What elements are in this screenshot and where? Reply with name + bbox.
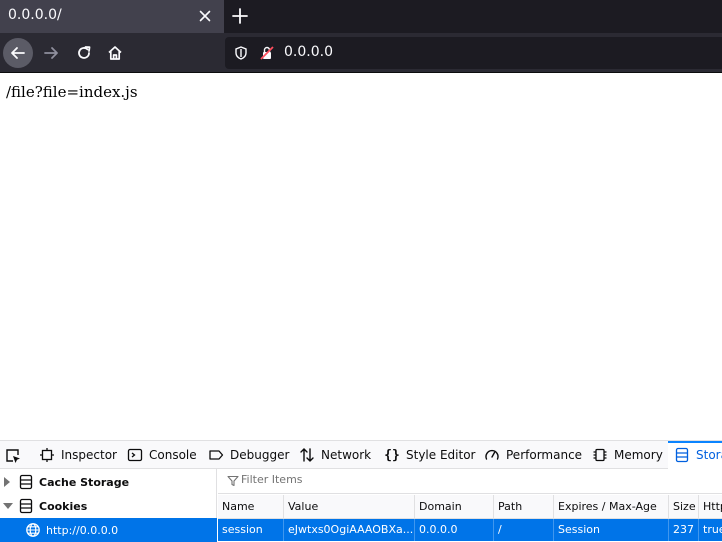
table-header: Name Value Domain Path Expires / Max-Age… <box>218 495 722 519</box>
navigation-toolbar: 0.0.0.0 <box>0 33 722 73</box>
tree-item-label: Cache Storage <box>39 475 130 489</box>
reload-icon <box>78 46 91 59</box>
style-editor-icon: {} <box>384 447 400 463</box>
memory-icon <box>592 447 608 463</box>
table-row[interactable]: session eJwtxs0OgiAAAOBXa... 0.0.0.0 / S… <box>218 519 722 541</box>
network-icon <box>299 447 315 463</box>
column-header-size[interactable]: Size <box>669 495 699 519</box>
cell-expires: Session <box>554 519 669 541</box>
cell-value: eJwtxs0OgiAAAOBXa... <box>284 519 415 541</box>
storage-tree: Cache Storage Cookies http://0.0.0.0 <box>0 469 217 542</box>
tab-label: Console <box>149 448 197 462</box>
cell-httponly: true <box>703 523 722 536</box>
chevron-right-icon[interactable] <box>3 477 13 487</box>
tab-debugger[interactable]: Debugger <box>208 441 289 469</box>
debugger-icon <box>208 447 224 463</box>
tab-title: 0.0.0.0/ <box>8 7 62 23</box>
back-button[interactable] <box>3 38 33 68</box>
performance-icon <box>484 447 500 463</box>
cell-size: 237 <box>669 519 699 541</box>
cell-name: session <box>218 519 284 541</box>
storage-icon <box>674 447 690 463</box>
tree-item-cache-storage[interactable]: Cache Storage <box>0 470 217 494</box>
url-bar[interactable]: 0.0.0.0 <box>225 37 722 69</box>
inspector-icon <box>39 447 55 463</box>
forward-arrow-icon <box>44 47 58 59</box>
page-content: /file?file=index.js <box>0 74 722 440</box>
tab-network[interactable]: Network <box>299 441 371 469</box>
tab-label: Inspector <box>61 448 117 462</box>
column-header-value[interactable]: Value <box>284 495 415 519</box>
chevron-down-icon[interactable] <box>3 502 13 510</box>
home-button[interactable] <box>100 38 130 68</box>
tree-item-label: http://0.0.0.0 <box>46 523 119 537</box>
devtools-toolbar: Inspector Console Debugger Network {} St… <box>0 440 722 469</box>
forward-button[interactable] <box>36 38 66 68</box>
tab-label: Debugger <box>230 448 290 462</box>
tree-item-cookies[interactable]: Cookies <box>0 494 217 518</box>
tab-label: Network <box>321 448 372 462</box>
console-icon <box>127 447 143 463</box>
new-tab-icon[interactable] <box>230 6 250 26</box>
column-header-expires[interactable]: Expires / Max-Age <box>554 495 669 519</box>
tab-label: Performance <box>506 448 583 462</box>
tab-performance[interactable]: Performance <box>484 441 582 469</box>
browser-tab[interactable]: 0.0.0.0/ <box>0 0 224 33</box>
database-icon <box>18 498 34 514</box>
insecure-lock-icon[interactable] <box>259 45 275 61</box>
cell-domain: 0.0.0.0 <box>415 519 494 541</box>
filter-bar <box>218 469 722 494</box>
tab-inspector[interactable]: Inspector <box>39 441 117 469</box>
column-header-domain[interactable]: Domain <box>415 495 494 519</box>
database-icon <box>18 474 34 490</box>
column-header-httponly[interactable]: HttpOnly <box>699 495 722 519</box>
page-body-text: /file?file=index.js <box>6 83 138 101</box>
filter-icon <box>227 475 239 487</box>
reload-button[interactable] <box>69 38 99 68</box>
back-arrow-icon <box>11 47 25 59</box>
tab-console[interactable]: Console <box>127 441 197 469</box>
tab-label: Memory <box>614 448 663 462</box>
filter-items-input[interactable] <box>241 473 541 486</box>
cell-path: / <box>494 519 554 541</box>
globe-icon <box>25 522 41 538</box>
shield-icon[interactable] <box>233 45 249 61</box>
tab-label: Style Editor <box>406 448 476 462</box>
home-icon <box>108 46 122 60</box>
tab-memory[interactable]: Memory <box>592 441 663 469</box>
close-icon[interactable] <box>197 8 213 24</box>
column-header-path[interactable]: Path <box>494 495 554 519</box>
tab-storage[interactable]: Storage <box>668 441 722 469</box>
tab-style-editor[interactable]: {} Style Editor <box>384 441 475 469</box>
column-header-name[interactable]: Name <box>218 495 284 519</box>
element-picker-icon[interactable] <box>4 447 22 465</box>
tab-strip: 0.0.0.0/ <box>0 0 722 33</box>
tree-item-label: Cookies <box>39 499 88 513</box>
url-text[interactable]: 0.0.0.0 <box>284 44 333 60</box>
tab-label: Storage <box>696 448 722 462</box>
tree-item-origin[interactable]: http://0.0.0.0 <box>0 518 217 542</box>
